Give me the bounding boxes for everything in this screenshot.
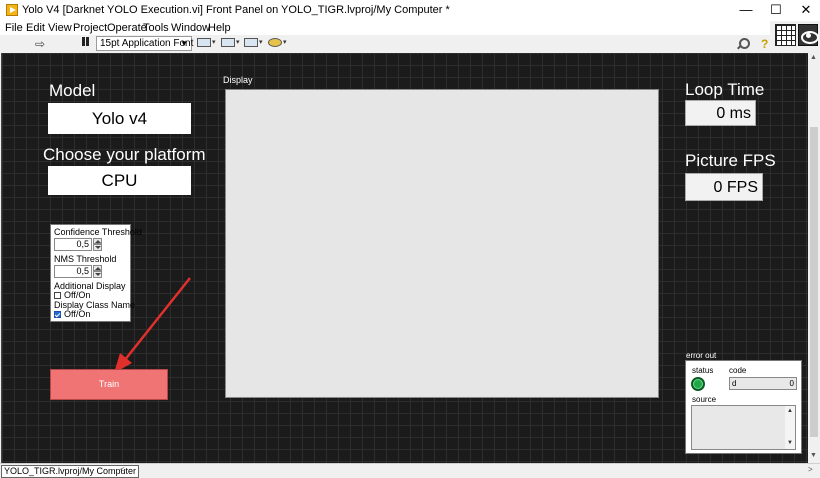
nms-threshold-label: NMS Threshold (54, 254, 117, 264)
help-icon[interactable]: ? (761, 37, 768, 51)
vi-eye-icon[interactable] (798, 24, 819, 46)
scroll-left-icon[interactable]: < (120, 465, 125, 474)
menu-operate[interactable]: Operate (107, 22, 147, 34)
font-select[interactable]: 15pt Application Font ▼ (96, 36, 193, 51)
platform-selector[interactable]: CPU (48, 166, 191, 195)
status-bar: YOLO_TIGR.lvproj/My Computer < > (0, 463, 820, 478)
error-status-label: status (692, 366, 714, 375)
model-selector[interactable]: Yolo v4 (48, 103, 191, 134)
error-out-label: error out (686, 351, 717, 360)
status-led-icon (691, 377, 705, 391)
error-code-label: code (729, 366, 747, 375)
menu-project[interactable]: Project (73, 22, 107, 34)
scroll-up-icon[interactable]: ▲ (787, 408, 793, 414)
minimize-button[interactable]: — (731, 0, 761, 21)
pause-icon[interactable] (81, 37, 90, 48)
picture-fps-indicator: 0 FPS (685, 173, 763, 201)
menu-help[interactable]: Help (208, 22, 231, 34)
menu-bar: File Edit View Project Operate Tools Win… (0, 21, 770, 35)
toolbar: ⇨ 15pt Application Font ▼ ▾ ▾ ▾ ▾ ? (0, 35, 770, 52)
picture-fps-label: Picture FPS (685, 151, 776, 170)
run-arrow-icon[interactable]: ⇨ (35, 37, 45, 51)
error-code-indicator: d 0 (729, 377, 797, 390)
distribute-objects-icon[interactable]: ▾ (221, 38, 240, 49)
confidence-threshold-control: 0,5 (54, 238, 102, 251)
scroll-down-icon[interactable]: ▼ (787, 440, 793, 446)
menu-edit[interactable]: Edit (26, 22, 45, 34)
error-code-value: 0 (789, 379, 794, 388)
vertical-scrollbar[interactable]: ▲ ▼ (808, 52, 820, 463)
red-annotation-arrow (114, 277, 191, 373)
menu-view[interactable]: View (48, 22, 72, 34)
align-objects-icon[interactable]: ▾ (197, 38, 216, 49)
decrement-icon[interactable] (93, 244, 102, 251)
arrow-shaft (123, 277, 191, 362)
additional-display-checkbox[interactable] (54, 292, 61, 299)
display-class-name-checkbox[interactable] (54, 311, 61, 318)
display-class-name-option: Off/On (64, 309, 91, 319)
reorder-icon[interactable]: ▾ (268, 38, 287, 49)
model-label: Model (49, 81, 96, 100)
scroll-up-icon[interactable]: ▲ (810, 54, 817, 61)
decrement-icon[interactable] (93, 271, 102, 278)
maximize-button[interactable]: ☐ (761, 0, 791, 21)
additional-display-option: Off/On (64, 290, 91, 300)
vertical-scroll-thumb[interactable] (810, 127, 818, 437)
error-source-scrollbar[interactable]: ▲ ▼ (785, 406, 795, 449)
front-panel: Model Yolo v4 Choose your platform CPU C… (1, 53, 808, 463)
scroll-right-icon[interactable]: > (808, 465, 813, 474)
confidence-threshold-input[interactable]: 0,5 (54, 238, 92, 251)
vi-icon-area (770, 21, 820, 52)
connector-pane-icon[interactable] (775, 24, 796, 46)
menu-tools[interactable]: Tools (143, 22, 169, 34)
search-icon[interactable] (736, 38, 750, 50)
error-source-label: source (692, 395, 717, 404)
display-label: Display (223, 75, 253, 85)
resize-objects-icon[interactable]: ▾ (244, 38, 263, 49)
error-out-cluster: status code d 0 source ▲ ▼ (685, 360, 802, 454)
error-source-indicator: ▲ ▼ (691, 405, 796, 450)
train-button[interactable]: Train (50, 369, 168, 400)
loop-time-label: Loop Time (685, 80, 765, 99)
labview-app-icon (6, 4, 18, 16)
platform-label: Choose your platform (43, 145, 206, 164)
project-context-path[interactable]: YOLO_TIGR.lvproj/My Computer (1, 465, 140, 478)
nms-threshold-input[interactable]: 0,5 (54, 265, 92, 278)
confidence-threshold-label: Confidence Threshold (54, 227, 142, 237)
title-bar: Yolo V4 [Darknet YOLO Execution.vi] Fron… (0, 0, 820, 21)
scroll-down-icon[interactable]: ▼ (810, 452, 817, 459)
window-title: Yolo V4 [Darknet YOLO Execution.vi] Fron… (22, 4, 450, 16)
error-code-radix: d (732, 379, 737, 388)
image-display (225, 89, 659, 398)
menu-window[interactable]: Window (171, 22, 210, 34)
menu-file[interactable]: File (5, 22, 23, 34)
loop-time-indicator: 0 ms (685, 100, 756, 126)
close-button[interactable]: ✕ (791, 0, 820, 21)
chevron-down-icon: ▼ (180, 39, 188, 48)
nms-threshold-control: 0,5 (54, 265, 102, 278)
